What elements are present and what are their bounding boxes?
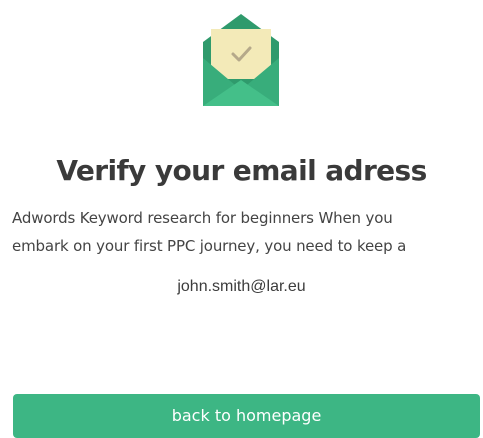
email-address: john.smith@lar.eu xyxy=(177,278,306,295)
description-text: Adwords Keyword research for beginners W… xyxy=(12,204,477,260)
back-to-homepage-button[interactable]: back to homepage xyxy=(13,394,480,438)
description-line-1: Adwords Keyword research for beginners W… xyxy=(12,209,393,227)
envelope-check-icon xyxy=(203,14,279,106)
page-title: Verify your email adress xyxy=(56,154,427,187)
description-line-2: embark on your first PPC journey, you ne… xyxy=(12,237,407,255)
